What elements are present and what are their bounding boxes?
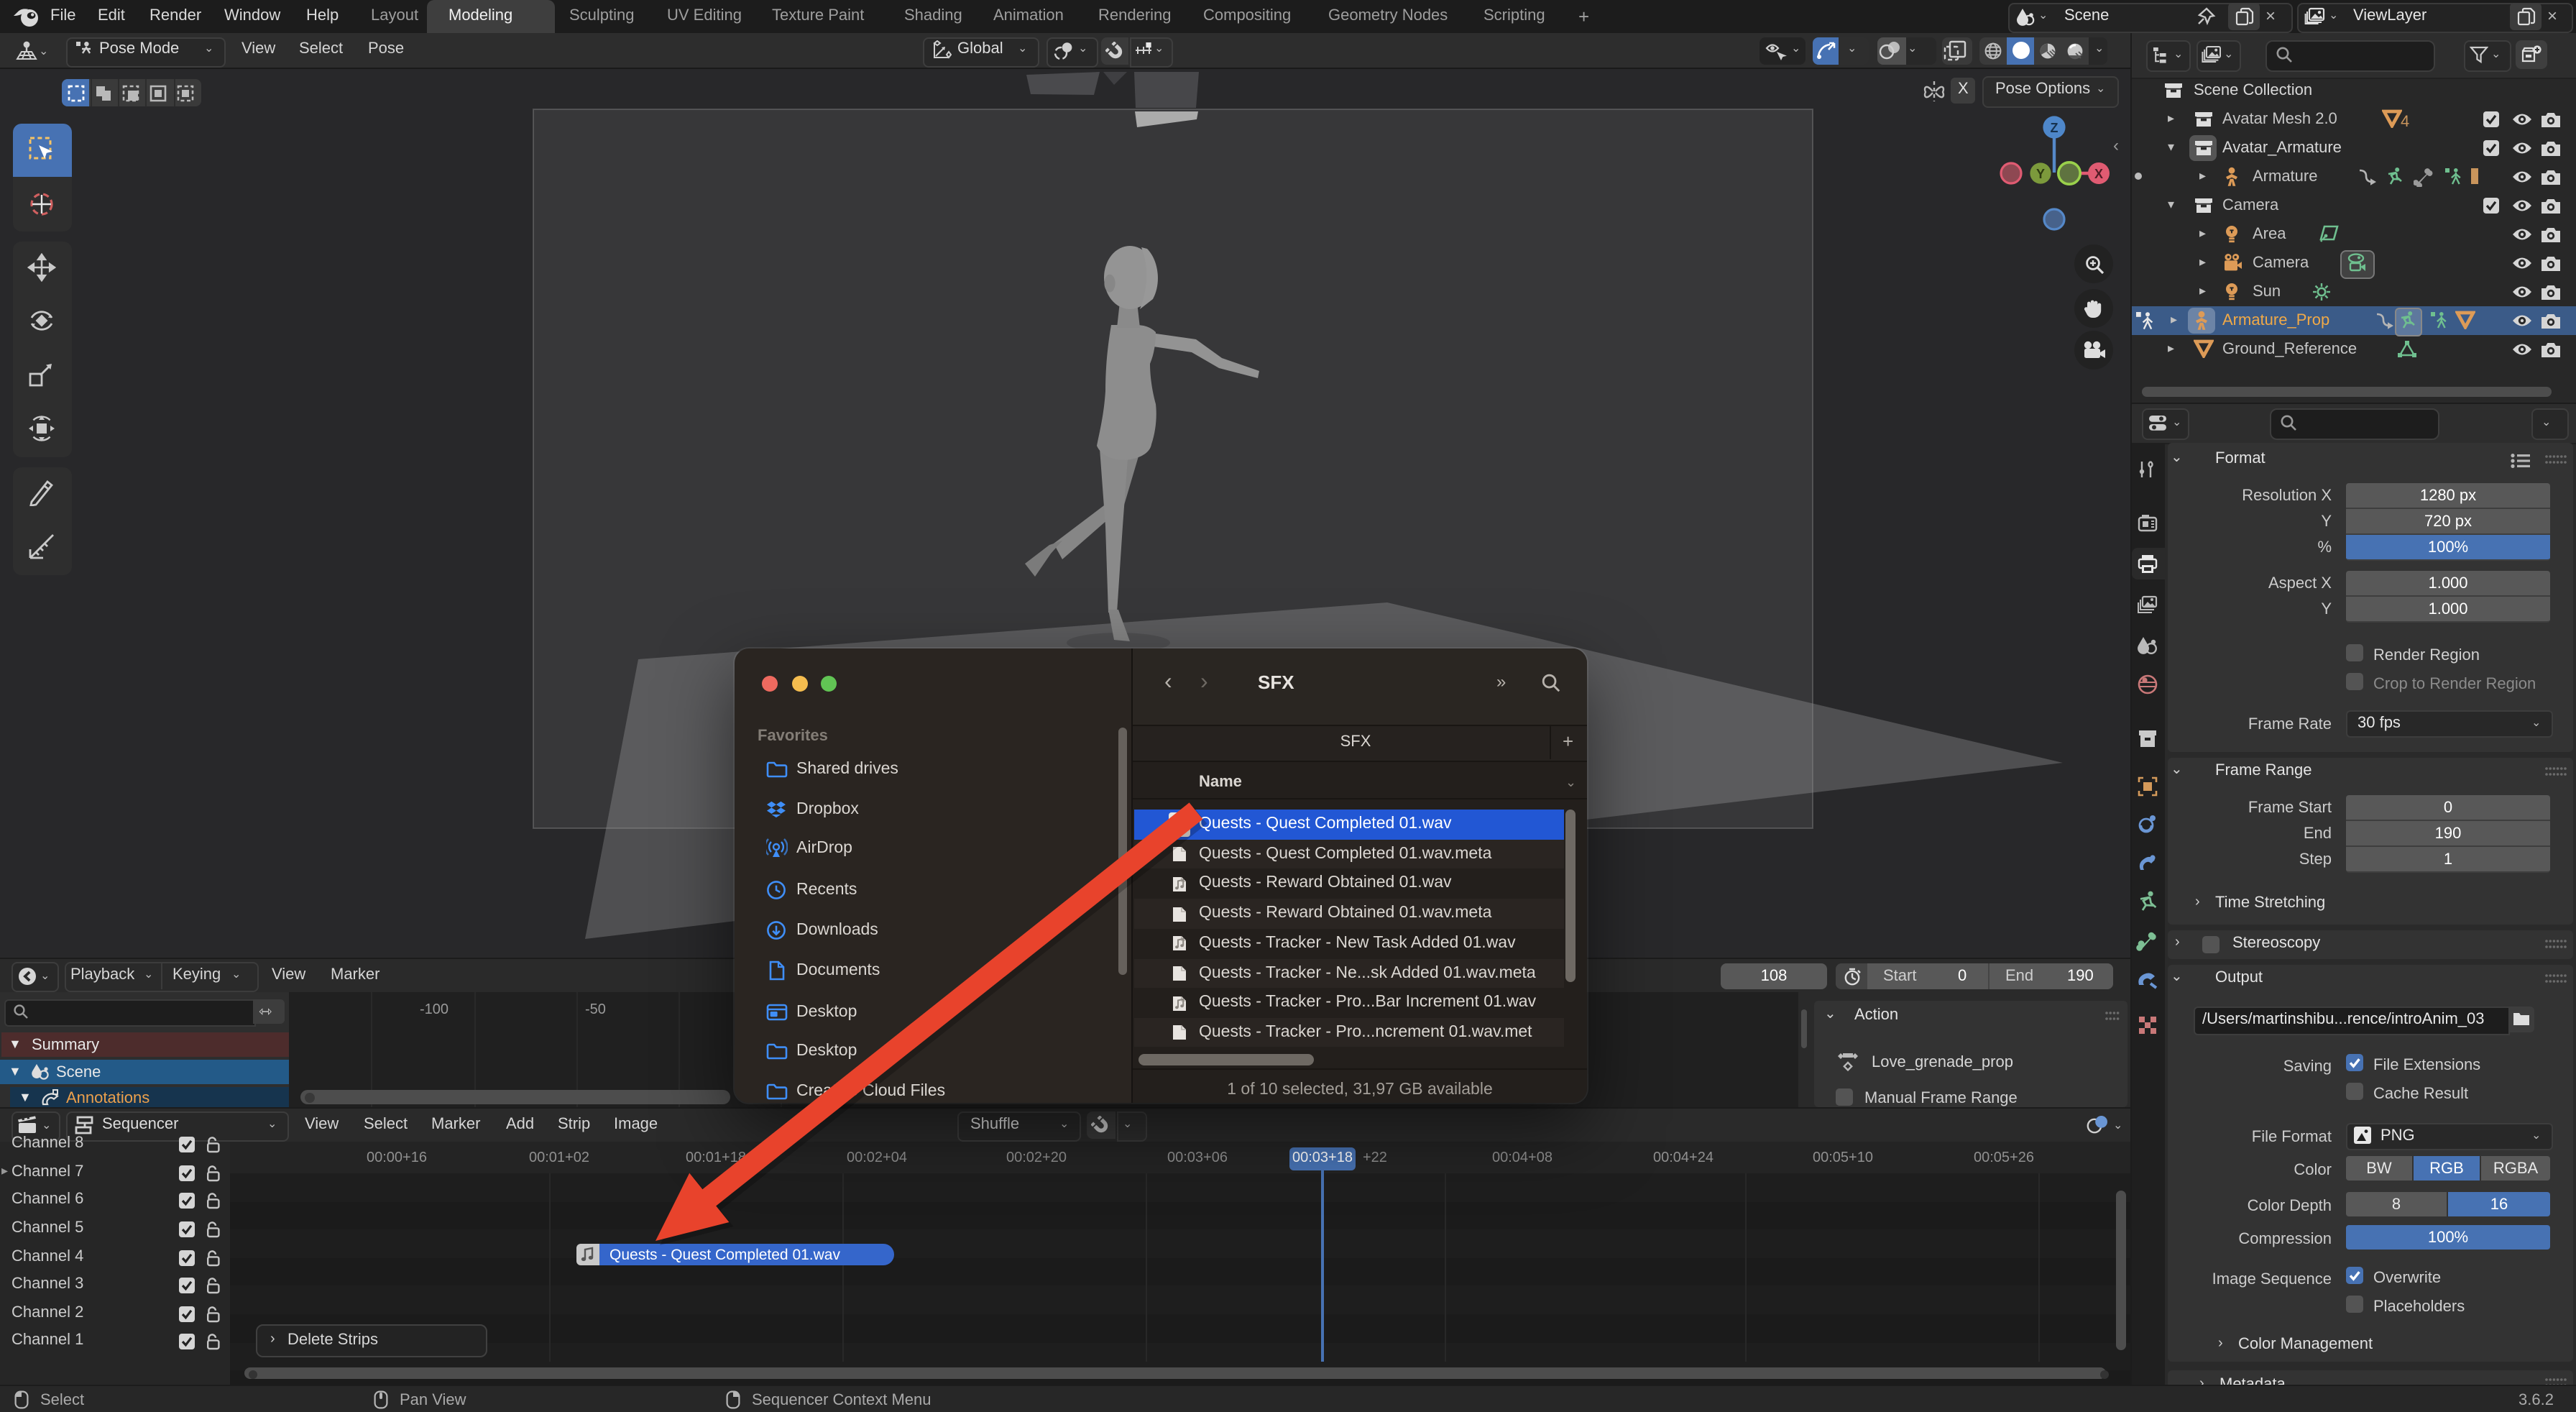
svg-text:X: X xyxy=(2094,167,2103,181)
svg-text:Z: Z xyxy=(2051,121,2058,135)
svg-text:Y: Y xyxy=(2036,167,2045,181)
